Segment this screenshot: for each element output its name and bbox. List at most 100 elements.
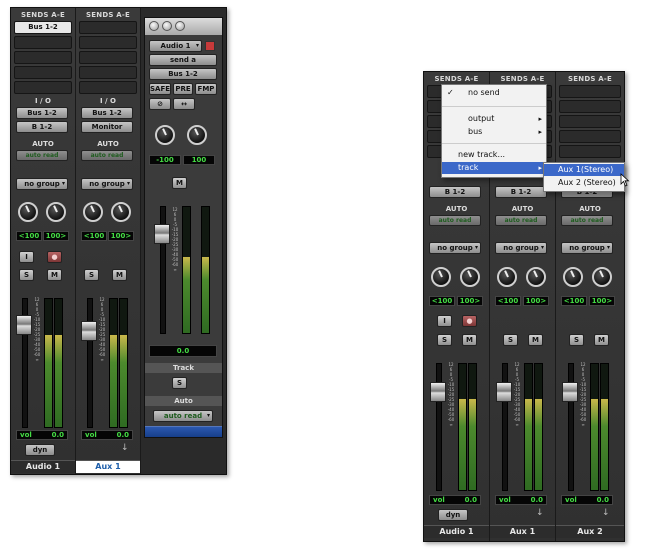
- solo-button[interactable]: S: [437, 334, 452, 346]
- output-selector[interactable]: B 1-2: [495, 186, 547, 198]
- pan-knob-right[interactable]: [46, 202, 66, 222]
- volume-fader[interactable]: [16, 315, 32, 335]
- automation-mode-selector[interactable]: auto read: [495, 215, 547, 226]
- stereo-link-button[interactable]: ↔: [173, 98, 195, 110]
- send-level-fader[interactable]: [154, 224, 170, 244]
- pan-knob-left[interactable]: [18, 202, 38, 222]
- mute-button[interactable]: M: [112, 269, 127, 281]
- pan-knob-right[interactable]: [460, 267, 480, 287]
- send-mute-button[interactable]: M: [172, 177, 187, 189]
- zoom-window-button[interactable]: [175, 21, 185, 31]
- volume-fader[interactable]: [496, 382, 512, 402]
- send-solo-button[interactable]: S: [172, 377, 187, 389]
- group-selector[interactable]: no group ▾: [16, 178, 68, 190]
- group-selector[interactable]: no group ▾: [429, 242, 481, 254]
- menu-item-track[interactable]: track ▸: [442, 162, 546, 174]
- output-selector[interactable]: B 1-2: [16, 121, 68, 133]
- send-slot-e[interactable]: [559, 145, 621, 158]
- solo-button[interactable]: S: [503, 334, 518, 346]
- link-button[interactable]: ⊘: [149, 98, 171, 110]
- input-label: Bus 1-2: [27, 109, 57, 117]
- record-enable-button[interactable]: ●: [462, 315, 477, 327]
- input-monitor-button[interactable]: I: [19, 251, 34, 263]
- volume-fader[interactable]: [430, 382, 446, 402]
- close-window-button[interactable]: [149, 21, 159, 31]
- mute-button[interactable]: M: [47, 269, 62, 281]
- send-slot-b[interactable]: [79, 36, 137, 49]
- send-slot-e[interactable]: [14, 81, 72, 94]
- fmp-button[interactable]: FMP: [195, 83, 217, 95]
- pan-knob-right[interactable]: [592, 267, 612, 287]
- menu-item-bus[interactable]: bus ▸: [442, 126, 546, 138]
- track-name[interactable]: Audio 1: [424, 525, 489, 538]
- target-button[interactable]: [205, 41, 215, 51]
- group-selector[interactable]: no group ▾: [495, 242, 547, 254]
- volume-fader[interactable]: [81, 321, 97, 341]
- track-name[interactable]: Aux 1: [76, 460, 140, 473]
- send-slot-d[interactable]: [559, 130, 621, 143]
- dynamics-button[interactable]: dyn: [438, 509, 468, 521]
- pan-knob-left[interactable]: [563, 267, 583, 287]
- menu-item-no-send[interactable]: ✓ no send: [442, 87, 546, 99]
- pan-knob-left[interactable]: [497, 267, 517, 287]
- track-name[interactable]: Audio 1: [11, 460, 75, 473]
- menu-item-output[interactable]: output ▸: [442, 113, 546, 125]
- pre-button[interactable]: PRE: [173, 83, 193, 95]
- automation-mode-selector[interactable]: auto read: [561, 215, 613, 226]
- output-selector[interactable]: B 1-2: [429, 186, 481, 198]
- volume-readout[interactable]: vol 0.0: [16, 430, 68, 440]
- pan-knob-right[interactable]: [526, 267, 546, 287]
- send-slot-c[interactable]: [559, 115, 621, 128]
- track-name[interactable]: Aux 2: [556, 525, 624, 538]
- automation-mode-selector[interactable]: auto read: [429, 215, 481, 226]
- mute-button[interactable]: M: [528, 334, 543, 346]
- solo-button[interactable]: S: [19, 269, 34, 281]
- input-selector[interactable]: Bus 1-2: [81, 107, 133, 119]
- pan-knob-right[interactable]: [111, 202, 131, 222]
- volume-readout[interactable]: vol 0.0: [81, 430, 133, 440]
- submenu-item-aux-1[interactable]: Aux 1(Stereo): [544, 164, 624, 176]
- send-slot-d[interactable]: [79, 66, 137, 79]
- send-selector[interactable]: send a: [149, 54, 217, 66]
- send-slot-e[interactable]: [79, 81, 137, 94]
- send-slot-c[interactable]: [14, 51, 72, 64]
- dynamics-button[interactable]: dyn: [25, 444, 55, 456]
- group-selector[interactable]: no group ▾: [561, 242, 613, 254]
- send-pan-knob-right[interactable]: [187, 125, 207, 145]
- send-automation-selector[interactable]: auto read ▾: [153, 410, 213, 422]
- input-monitor-button[interactable]: I: [437, 315, 452, 327]
- send-slot-b[interactable]: [559, 100, 621, 113]
- mute-button[interactable]: M: [462, 334, 477, 346]
- pan-knob-left[interactable]: [83, 202, 103, 222]
- down-arrow-icon: ↓: [602, 508, 610, 518]
- mute-button[interactable]: M: [594, 334, 609, 346]
- volume-fader[interactable]: [562, 382, 578, 402]
- send-slot-a[interactable]: [559, 85, 621, 98]
- pan-knob-left[interactable]: [431, 267, 451, 287]
- minimize-window-button[interactable]: [162, 21, 172, 31]
- send-slot-a[interactable]: Bus 1-2: [14, 21, 72, 34]
- volume-readout[interactable]: vol 0.0: [561, 495, 613, 505]
- bus-selector[interactable]: Bus 1-2: [149, 68, 217, 80]
- output-selector[interactable]: Monitor: [81, 121, 133, 133]
- menu-item-new-track[interactable]: new track...: [442, 149, 546, 161]
- automation-mode-selector[interactable]: auto read: [81, 150, 133, 161]
- send-pan-knob-left[interactable]: [155, 125, 175, 145]
- volume-readout[interactable]: vol 0.0: [495, 495, 547, 505]
- solo-button[interactable]: S: [84, 269, 99, 281]
- send-slot-d[interactable]: [14, 66, 72, 79]
- group-selector[interactable]: no group ▾: [81, 178, 133, 190]
- group-label: no group: [569, 244, 605, 252]
- safe-button[interactable]: SAFE: [149, 83, 171, 95]
- input-selector[interactable]: Bus 1-2: [16, 107, 68, 119]
- volume-readout[interactable]: vol 0.0: [429, 495, 481, 505]
- send-slot-b[interactable]: [14, 36, 72, 49]
- submenu-item-aux-2[interactable]: Aux 2 (Stereo): [544, 177, 624, 189]
- track-name[interactable]: Aux 1: [490, 525, 555, 538]
- record-enable-button[interactable]: ●: [47, 251, 62, 263]
- send-slot-a[interactable]: [79, 21, 137, 34]
- solo-button[interactable]: S: [569, 334, 584, 346]
- track-selector[interactable]: Audio 1 ▾: [149, 40, 202, 52]
- automation-mode-selector[interactable]: auto read: [16, 150, 68, 161]
- send-slot-c[interactable]: [79, 51, 137, 64]
